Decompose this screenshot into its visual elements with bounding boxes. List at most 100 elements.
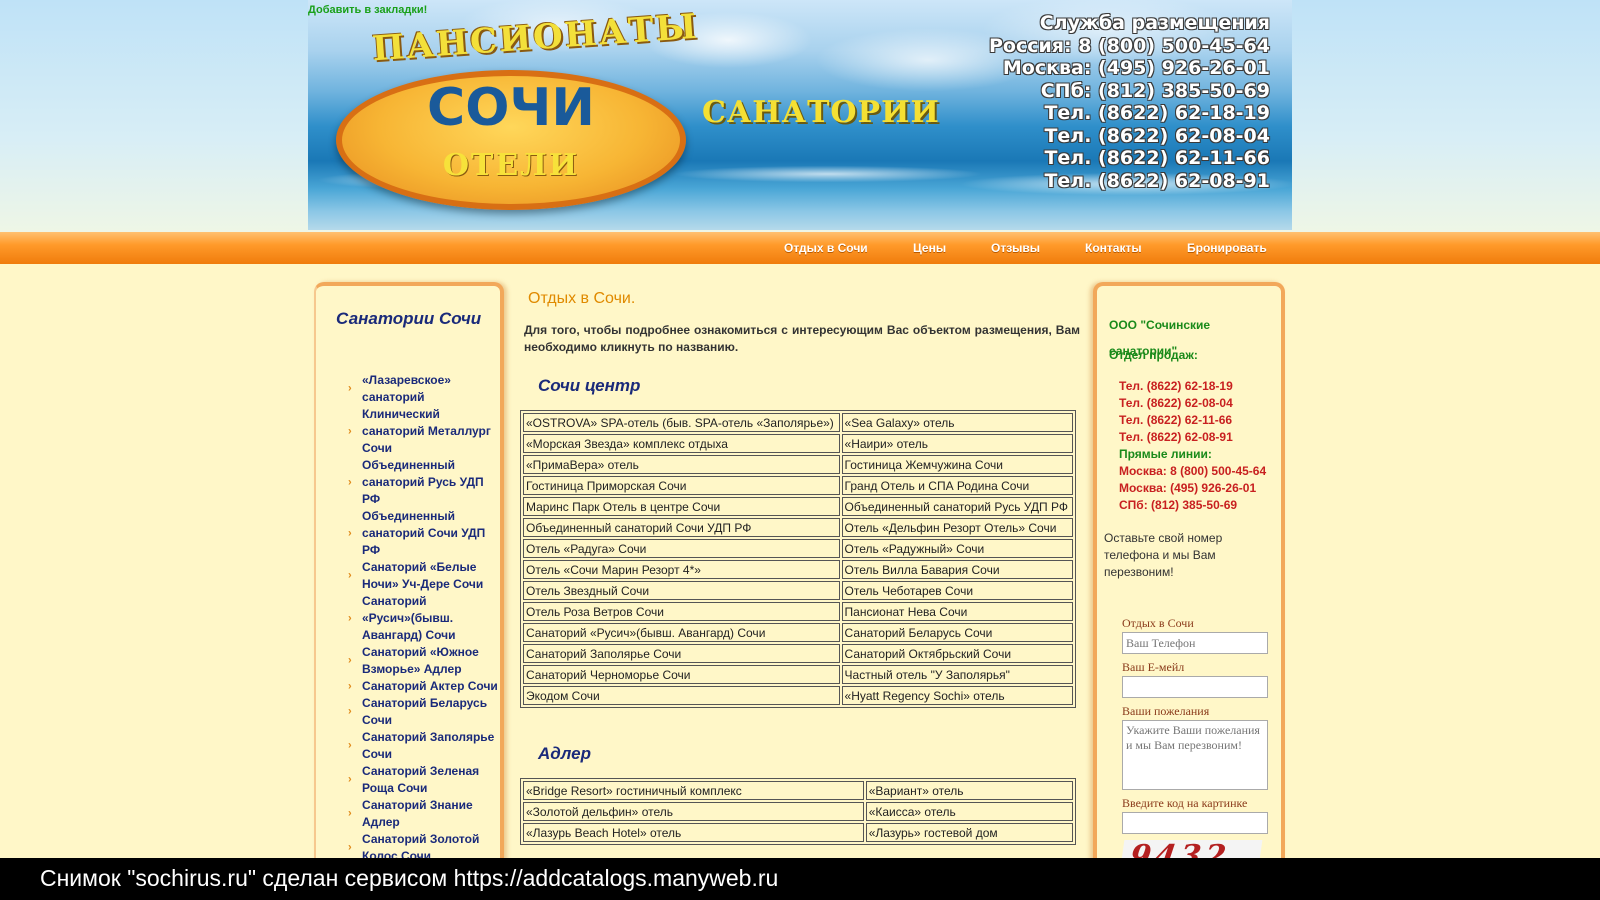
- table-row: «Золотой дельфин» отель «Каисса» отель: [523, 802, 1073, 821]
- contact-phone: Тел. (8622) 62-11-66: [1119, 413, 1233, 427]
- logo-text-sanatorii: САНАТОРИИ: [702, 95, 940, 130]
- hotel-link[interactable]: «Вариант» отель: [865, 781, 1073, 800]
- callback-note: Оставьте свой номер телефона и мы Вам пе…: [1104, 531, 1223, 579]
- hotel-link[interactable]: «OSTROVA» SPA-отель (быв. SPA-отель «Зап…: [523, 413, 840, 432]
- hotel-link[interactable]: Маринс Парк Отель в центре Сочи: [523, 497, 840, 516]
- table-row: Отель Роза Ветров Сочи Пансионат Нева Соч…: [523, 602, 1073, 621]
- contact-phone: Тел. (8622) 62-08-04: [1119, 396, 1233, 410]
- sidebar-item[interactable]: Санаторий Заполярье Сочи: [338, 729, 498, 763]
- nav-link-prices[interactable]: Цены: [913, 241, 946, 255]
- banner-phone-line: Тел. (8622) 62-08-91: [1044, 169, 1270, 192]
- hotel-link[interactable]: «Каисса» отель: [865, 802, 1073, 821]
- hotel-link[interactable]: Отель Чеботарев Сочи: [841, 581, 1073, 600]
- hotel-link[interactable]: Санаторий Октябрьский Сочи: [841, 644, 1073, 663]
- callback-form: Отдых в Сочи Ваш Е-мейл Ваши пожелания В…: [1119, 616, 1272, 874]
- captcha-input[interactable]: [1122, 812, 1268, 834]
- table-row: «OSTROVA» SPA-отель (быв. SPA-отель «Зап…: [523, 413, 1073, 432]
- sidebar-item[interactable]: Санаторий Знание Адлер: [338, 797, 498, 831]
- main-content: Отдых в Сочи. Для того, чтобы подробнее …: [520, 290, 1080, 845]
- table-row: Санаторий Заполярье Сочи Санаторий Октябр…: [523, 644, 1073, 663]
- hotel-link[interactable]: Отель Роза Ветров Сочи: [523, 602, 840, 621]
- hotel-link[interactable]: Отель «Радужный» Сочи: [841, 539, 1073, 558]
- table-row: Экодом Сочи «Hyatt Regency Sochi» отель: [523, 686, 1073, 705]
- sidebar-item[interactable]: Санаторий «Белые Ночи» Уч-Дере Сочи: [338, 559, 498, 593]
- sidebar-item[interactable]: «Лазаревское» санаторий: [338, 372, 498, 406]
- logo-text-oteli: ОТЕЛИ: [442, 148, 580, 183]
- contact-phones: Тел. (8622) 62-18-19 Тел. (8622) 62-08-0…: [1119, 378, 1266, 514]
- banner-phones: Служба размещения Россия: 8 (800) 500-45…: [989, 12, 1270, 192]
- hotel-link[interactable]: «Bridge Resort» гостиничный комплекс: [523, 781, 864, 800]
- table-row: Санаторий Черноморье Сочи Частный отель "…: [523, 665, 1073, 684]
- hotel-link[interactable]: Экодом Сочи: [523, 686, 840, 705]
- wishes-textarea[interactable]: [1122, 720, 1268, 790]
- contact-phone: СПб: (812) 385-50-69: [1119, 498, 1238, 512]
- hotel-link[interactable]: Объединенный санаторий Русь УДП РФ: [841, 497, 1073, 516]
- sidebar-item[interactable]: Объединенный санаторий Русь УДП РФ: [338, 457, 498, 508]
- hotel-link[interactable]: Гостиница Приморская Сочи: [523, 476, 840, 495]
- hotel-link[interactable]: Объединенный санаторий Сочи УДП РФ: [523, 518, 840, 537]
- nav-link-otdyh[interactable]: Отдых в Сочи: [784, 241, 868, 255]
- contact-phone: Москва: (495) 926-26-01: [1119, 481, 1257, 495]
- banner-phone-line: Москва: (495) 926-26-01: [1002, 57, 1270, 79]
- hotel-link[interactable]: Отель Вилла Бавария Сочи: [841, 560, 1073, 579]
- hotel-link[interactable]: Санаторий Заполярье Сочи: [523, 644, 840, 663]
- hotel-link[interactable]: «Морская Звезда» комплекс отдыха: [523, 434, 840, 453]
- banner-phone-line: Тел. (8622) 62-18-19: [1044, 102, 1270, 124]
- phone-label: Отдых в Сочи: [1122, 616, 1194, 630]
- sidebar-item[interactable]: Санаторий Беларусь Сочи: [338, 695, 498, 729]
- nav-link-reviews[interactable]: Отзывы: [991, 241, 1040, 255]
- table-row: «Bridge Resort» гостиничный комплекс «Вар…: [523, 781, 1073, 800]
- sidebar-item[interactable]: Санаторий Актер Сочи: [338, 678, 498, 695]
- hotel-link[interactable]: Частный отель "У Заполярья": [841, 665, 1073, 684]
- hotel-link[interactable]: Отель «Сочи Марин Резорт 4*»: [523, 560, 840, 579]
- hotel-link[interactable]: Гранд Отель и СПА Родина Сочи: [841, 476, 1073, 495]
- sidebar-item[interactable]: Объединенный санаторий Сочи УДП РФ: [338, 508, 498, 559]
- logo-text-sochi: СОЧИ: [427, 78, 595, 138]
- contact-phone: Москва: 8 (800) 500-45-64: [1119, 464, 1267, 478]
- hotel-link[interactable]: «Наири» отель: [841, 434, 1073, 453]
- direct-lines-label: Прямые линии:: [1119, 447, 1212, 461]
- table-row: Отель «Сочи Марин Резорт 4*» Отель Вилла …: [523, 560, 1073, 579]
- nav-link-booking[interactable]: Бронировать: [1187, 241, 1267, 255]
- wishes-label: Ваши пожелания: [1122, 704, 1210, 718]
- hotel-link[interactable]: «ПримаВера» отель: [523, 455, 840, 474]
- hotel-link[interactable]: «Лазурь Beach Hotel» отель: [523, 823, 864, 842]
- page-title: Отдых в Сочи.: [528, 290, 636, 307]
- contact-phone: Тел. (8622) 62-08-91: [1119, 430, 1233, 444]
- nav-link-contacts[interactable]: Контакты: [1085, 241, 1142, 255]
- hotel-link[interactable]: Гостиница Жемчужина Сочи: [841, 455, 1073, 474]
- section-title-adler: Адлер: [538, 744, 591, 763]
- hotels-table-adler: «Bridge Resort» гостиничный комплекс «Вар…: [520, 778, 1076, 845]
- banner-phone-line: Служба размещения: [1039, 12, 1270, 34]
- hotel-link[interactable]: Санаторий Черноморье Сочи: [523, 665, 840, 684]
- email-label: Ваш Е-мейл: [1122, 660, 1185, 674]
- hotel-link[interactable]: Санаторий «Русич»(бывш. Авангард) Сочи: [523, 623, 840, 642]
- table-row: Гостиница Приморская Сочи Гранд Отель и С…: [523, 476, 1073, 495]
- banner-phone-line: Тел. (8622) 62-08-04: [1044, 124, 1270, 147]
- hotel-link[interactable]: Отель Звездный Сочи: [523, 581, 840, 600]
- hotel-link[interactable]: Отель «Радуга» Сочи: [523, 539, 840, 558]
- hotel-link[interactable]: Отель «Дельфин Резорт Отель» Сочи: [841, 518, 1073, 537]
- sidebar-item[interactable]: Санаторий «Русич»(бывш. Авангард) Сочи: [338, 593, 498, 644]
- hotel-link[interactable]: «Sea Galaxy» отель: [841, 413, 1073, 432]
- captcha-label: Введите код на картинке: [1122, 796, 1248, 810]
- hotel-link[interactable]: «Золотой дельфин» отель: [523, 802, 864, 821]
- sidebar-item[interactable]: Клинический санаторий Металлург Сочи: [338, 406, 498, 457]
- table-row: Санаторий «Русич»(бывш. Авангард) Сочи Са…: [523, 623, 1073, 642]
- intro-text: Для того, чтобы подробнее ознакомиться с…: [524, 323, 1080, 354]
- sidebar-item[interactable]: Санаторий Зеленая Роща Сочи: [338, 763, 498, 797]
- hotel-link[interactable]: «Hyatt Regency Sochi» отель: [841, 686, 1073, 705]
- table-row: Отель Звездный Сочи Отель Чеботарев Сочи: [523, 581, 1073, 600]
- bookmark-link[interactable]: Добавить в закладки!: [308, 4, 427, 16]
- section-title-sochi-center: Сочи центр: [538, 376, 641, 395]
- left-sidebar: Санатории Сочи «Лазаревское» санаторий К…: [314, 282, 504, 865]
- table-row: «Морская Звезда» комплекс отдыха «Наири» …: [523, 434, 1073, 453]
- right-sidebar: ООО "Сочинские санатории" Отдел продаж: …: [1093, 282, 1285, 874]
- hotel-link[interactable]: Пансионат Нева Сочи: [841, 602, 1073, 621]
- hotel-link[interactable]: Санаторий Беларусь Сочи: [841, 623, 1073, 642]
- sidebar-item[interactable]: Санаторий «Южное Взморье» Адлер: [338, 644, 498, 678]
- phone-input[interactable]: [1122, 632, 1268, 654]
- hotel-link[interactable]: «Лазурь» гостевой дом: [865, 823, 1073, 842]
- email-input[interactable]: [1122, 676, 1268, 698]
- sidebar-list: «Лазаревское» санаторий Клинический сана…: [338, 372, 498, 865]
